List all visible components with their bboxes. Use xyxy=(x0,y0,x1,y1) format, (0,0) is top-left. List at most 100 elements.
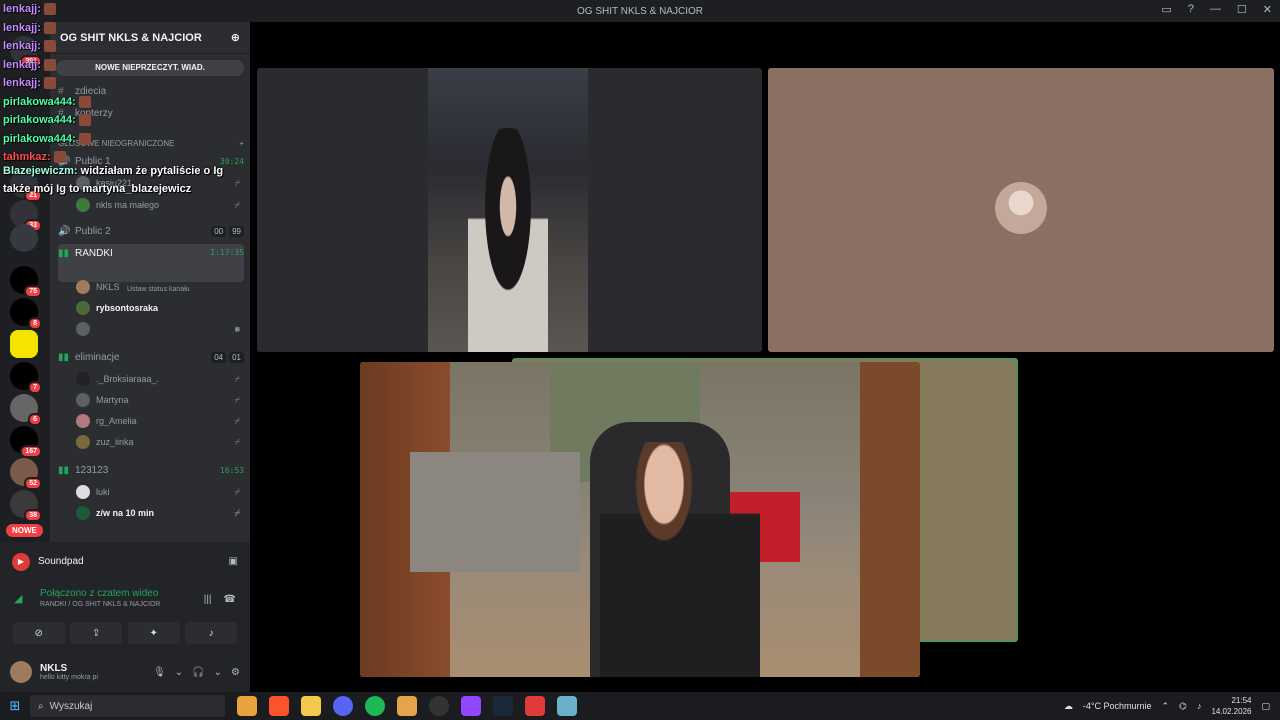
microphone-icon[interactable]: 🎙 xyxy=(153,667,166,678)
voice-channel-randki[interactable]: ▮▮ RANDKI 1:17:35 xyxy=(58,244,244,282)
screen-share-button[interactable]: ⇪ xyxy=(70,622,123,644)
help-icon[interactable]: ? xyxy=(1188,3,1194,16)
taskbar-search[interactable]: ⌕ Wyszukaj xyxy=(30,695,225,717)
spotify-icon[interactable] xyxy=(365,696,385,716)
server-icon[interactable]: 7 xyxy=(10,362,42,394)
clock-date: 14.02.2026 xyxy=(1211,707,1252,716)
server-icon[interactable] xyxy=(10,224,38,252)
camera-icon: ■ xyxy=(234,324,240,334)
unread-badge: 167 xyxy=(20,445,42,458)
mic-muted-icon: ⌿ xyxy=(234,373,240,384)
voice-user[interactable]: luki ⌿ xyxy=(76,483,240,501)
emote-icon xyxy=(43,40,56,53)
avatar xyxy=(76,280,90,294)
add-member-icon[interactable]: ⊕ xyxy=(231,31,240,44)
new-servers-pill[interactable]: NOWE xyxy=(6,524,43,537)
voice-user[interactable]: ■ xyxy=(76,320,240,338)
voice-user[interactable]: rg_Amelia ⌿ xyxy=(76,412,240,430)
avatar xyxy=(76,301,90,315)
discord-icon[interactable] xyxy=(333,696,353,716)
activity-icon[interactable]: ▣ xyxy=(229,556,238,567)
voice-channel-eliminacje[interactable]: ▮▮ eliminacje 04 01 xyxy=(58,348,244,366)
voice-user[interactable]: rybsontosraka xyxy=(76,299,240,317)
camera-off-button[interactable]: ⊘ xyxy=(12,622,65,644)
channel-label: eliminacje xyxy=(75,351,120,363)
avatar xyxy=(76,435,90,449)
voice-channel-public2[interactable]: 🔊 Public 2 00 99 xyxy=(58,222,244,240)
voice-user[interactable]: zuz_iinka ⌿ xyxy=(76,433,240,451)
play-icon: ▶ xyxy=(12,552,30,571)
server-icon[interactable]: 38 xyxy=(10,490,42,522)
streamer-webcam xyxy=(360,362,920,677)
server-icon[interactable]: 8 xyxy=(10,298,42,330)
brave-icon[interactable] xyxy=(269,696,289,716)
video-tile[interactable] xyxy=(768,68,1274,352)
soundboard-button[interactable]: ♪ xyxy=(185,622,238,644)
add-channel-icon[interactable]: + xyxy=(239,139,244,148)
unread-badge: 7 xyxy=(28,381,42,394)
server-icon[interactable] xyxy=(10,330,38,358)
volume-icon[interactable]: ♪ xyxy=(1197,701,1202,711)
activities-button[interactable]: ✦ xyxy=(127,622,180,644)
soundpad-label: Soundpad xyxy=(38,556,84,567)
chat-name: pirlakowa444: xyxy=(3,114,76,126)
voice-user[interactable]: nkls ma małego ⌿ xyxy=(76,196,240,214)
obs-icon[interactable] xyxy=(429,696,449,716)
voice-channel-123123[interactable]: ▮▮ 123123 16:53 xyxy=(58,461,244,479)
emote-icon xyxy=(43,3,56,16)
headphones-icon[interactable]: 🎧 xyxy=(192,667,204,678)
chat-line: pirlakowa444: xyxy=(3,130,91,149)
user-name: NKLS xyxy=(40,663,68,674)
network-icon[interactable]: ⌬ xyxy=(1179,701,1187,712)
server-icon[interactable]: 6 xyxy=(10,394,42,426)
unread-badge: 38 xyxy=(24,509,42,522)
video-tile[interactable] xyxy=(257,68,762,352)
app-icon[interactable] xyxy=(237,696,257,716)
soundpad-activity[interactable]: ▶ Soundpad ▣ xyxy=(0,542,250,582)
voice-active-icon: ▮▮ xyxy=(58,351,70,363)
screen-share-icon[interactable]: ▭ xyxy=(1161,3,1171,16)
user-name: rg_Amelia xyxy=(96,416,137,426)
user-name: luki xyxy=(96,487,110,497)
maximize-button[interactable]: ☐ xyxy=(1237,3,1247,16)
chat-name: Blazejewiczm: xyxy=(3,165,78,177)
mic-muted-icon: ⌿ xyxy=(234,415,240,426)
user-limit: 99 xyxy=(229,225,244,237)
noise-suppression-icon[interactable]: ||| xyxy=(204,594,212,605)
weather-icon[interactable]: ☁ xyxy=(1064,701,1073,712)
avatar xyxy=(76,485,90,499)
chat-line: pirlakowa444: xyxy=(3,111,91,130)
unread-badge: 52 xyxy=(24,477,42,490)
server-icon[interactable]: 75 xyxy=(10,266,42,298)
minimize-button[interactable]: — xyxy=(1210,3,1221,16)
chevron-down-icon[interactable]: ⌄ xyxy=(214,667,222,678)
system-tray: ☁ -4°C Pochmurnie ⌃ ⌬ ♪ 21:54 14.02.2026… xyxy=(1064,692,1270,720)
chevron-down-icon[interactable]: ⌄ xyxy=(175,667,183,678)
signal-icon[interactable]: ◢ xyxy=(14,592,22,605)
soundpad-icon[interactable] xyxy=(525,696,545,716)
twitch-icon[interactable] xyxy=(461,696,481,716)
server-icon[interactable]: 52 xyxy=(10,458,42,490)
file-explorer-icon[interactable] xyxy=(301,696,321,716)
app-icon[interactable] xyxy=(557,696,577,716)
disconnect-icon[interactable]: ☎ xyxy=(224,594,236,605)
weather-text[interactable]: -4°C Pochmurnie xyxy=(1083,701,1152,711)
user-panel: NKLS hello kitty mokra pi 🎙 ⌄ 🎧 ⌄ ⚙ xyxy=(0,652,250,692)
voice-user[interactable]: Martyna ⌿ xyxy=(76,391,240,409)
steam-icon[interactable] xyxy=(493,696,513,716)
gear-icon[interactable]: ⚙ xyxy=(231,667,240,678)
mic-muted-icon: ⌿ xyxy=(234,199,240,210)
notification-icon[interactable]: ▢ xyxy=(1261,701,1270,712)
chevron-up-icon[interactable]: ⌃ xyxy=(1162,701,1170,712)
clock[interactable]: 21:54 14.02.2026 xyxy=(1211,695,1251,717)
voice-user[interactable]: z/w na 10 min ⌿ xyxy=(76,504,240,522)
close-button[interactable]: ✕ xyxy=(1263,3,1272,16)
voice-user[interactable]: NKLS xyxy=(76,278,240,296)
user-limit: 01 xyxy=(229,351,244,363)
windows-start-icon[interactable]: ⊞ xyxy=(0,698,30,714)
avatar[interactable] xyxy=(10,661,32,683)
server-icon[interactable]: 167 xyxy=(10,426,42,458)
speaker-icon: 🔊 xyxy=(58,225,71,237)
app-icon[interactable] xyxy=(397,696,417,716)
voice-user[interactable]: ._Broksiaraaa_. ⌿ xyxy=(76,370,240,388)
